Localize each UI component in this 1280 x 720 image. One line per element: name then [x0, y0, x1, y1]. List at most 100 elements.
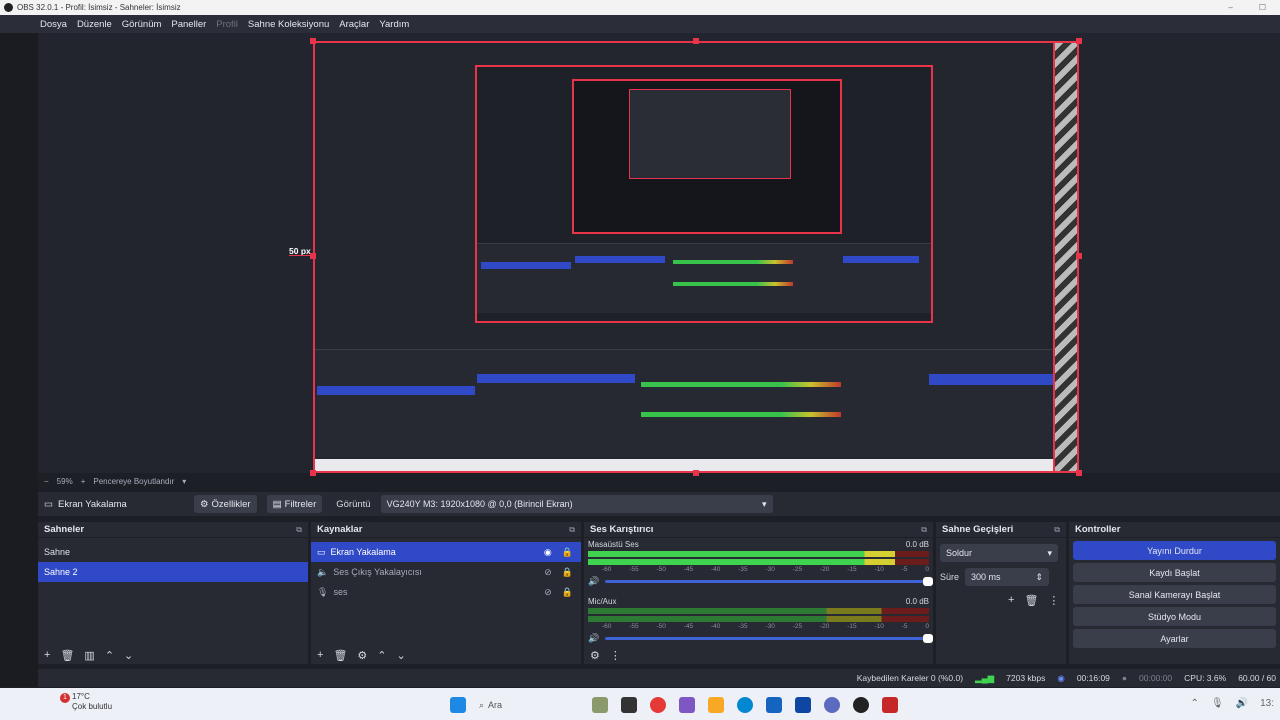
- stop-streaming-button[interactable]: Yayını Durdur: [1073, 541, 1276, 560]
- menu-scene-collection[interactable]: Sahne Koleksiyonu: [248, 19, 329, 30]
- trash-icon[interactable]: 🗑: [333, 649, 347, 662]
- zoom-in-icon[interactable]: +: [81, 477, 86, 486]
- volume-slider[interactable]: [605, 577, 933, 586]
- captured-meter: [641, 382, 841, 387]
- menu-docks[interactable]: Paneller: [171, 19, 206, 30]
- slider-knob[interactable]: [923, 577, 933, 586]
- resize-handle[interactable]: [1076, 253, 1082, 259]
- move-up-icon[interactable]: ⌃: [377, 649, 386, 662]
- slider-knob[interactable]: [923, 634, 933, 643]
- microphone-icon[interactable]: 🎙: [1211, 698, 1224, 709]
- transition-type-select[interactable]: Soldur ▾: [940, 544, 1058, 562]
- volume-slider[interactable]: [605, 634, 933, 643]
- copilot-icon[interactable]: [679, 697, 695, 713]
- trash-icon[interactable]: 🗑: [60, 649, 74, 662]
- mixer-settings-icon[interactable]: ⚙: [590, 649, 600, 662]
- lock-icon[interactable]: 🔒: [562, 547, 573, 558]
- source-item[interactable]: 🎙 ses ⊘ 🔒: [311, 582, 581, 602]
- menu-help[interactable]: Yardım: [379, 19, 409, 30]
- edge-icon[interactable]: [737, 697, 753, 713]
- widgets-icon[interactable]: [592, 697, 608, 713]
- undock-icon[interactable]: ⧉: [296, 525, 302, 535]
- file-explorer-icon[interactable]: [708, 697, 724, 713]
- add-icon[interactable]: +: [1008, 594, 1014, 607]
- hidden-eye-icon[interactable]: ⊘: [544, 567, 552, 578]
- meter-tick-label: -30: [765, 623, 775, 630]
- menu-profile[interactable]: Profil: [216, 19, 238, 30]
- meter-tick-label: 0: [925, 623, 929, 630]
- spin-arrows-icon: ⇕: [1035, 571, 1044, 582]
- more-options-icon[interactable]: ⋮: [610, 649, 621, 662]
- scene-item-selected[interactable]: Sahne 2: [38, 562, 308, 582]
- start-virtual-camera-button[interactable]: Sanal Kamerayı Başlat: [1073, 585, 1276, 604]
- meter-ticks: -60 -55 -50 -45 -40 -35 -30 -25 -20 -15 -10 -5 0: [588, 623, 929, 630]
- menu-file[interactable]: Dosya: [40, 19, 67, 30]
- chevron-down-icon: ▾: [1047, 547, 1052, 558]
- meter-tick-label: -60: [602, 623, 612, 630]
- task-view-icon[interactable]: [621, 697, 637, 713]
- outlook-icon[interactable]: [766, 697, 782, 713]
- screen-capture-source[interactable]: [313, 41, 1055, 473]
- resize-handle[interactable]: [310, 38, 316, 44]
- stream-icon: ◉: [1057, 672, 1065, 683]
- filters-button[interactable]: ▤ Filtreler: [266, 495, 323, 513]
- move-up-icon[interactable]: ⌃: [105, 649, 114, 662]
- weather-widget[interactable]: 1 17°C Çok bulutlu: [54, 692, 112, 712]
- meter-tick-label: -10: [874, 566, 884, 573]
- maximize-icon[interactable]: ☐: [1259, 3, 1266, 12]
- discord-icon[interactable]: [824, 697, 840, 713]
- sources-dock: Kaynaklar ⧉ ▭ Ekran Yakalama ◉ 🔒 🔈 Ses Ç…: [311, 522, 581, 664]
- source-toolbar: ▭ Ekran Yakalama ⚙ Özellikler ▤ Filtrele…: [38, 492, 1280, 516]
- settings-button[interactable]: Ayarlar: [1073, 629, 1276, 648]
- volume-icon[interactable]: 🔊: [1236, 698, 1248, 709]
- taskbar-search[interactable]: ⌕ Ara: [479, 696, 579, 714]
- move-down-icon[interactable]: ⌄: [397, 649, 406, 662]
- resize-handle[interactable]: [310, 253, 316, 259]
- mixer-title: Ses Karıştırıcı: [590, 524, 654, 535]
- visibility-eye-icon[interactable]: ◉: [544, 547, 552, 558]
- meter-tick-label: -55: [629, 623, 639, 630]
- undock-icon[interactable]: ⧉: [569, 525, 575, 535]
- undock-icon[interactable]: ⧉: [1054, 525, 1060, 535]
- clock[interactable]: 13:: [1260, 698, 1274, 709]
- start-recording-button[interactable]: Kaydı Başlat: [1073, 563, 1276, 582]
- windows-start-icon[interactable]: [450, 697, 466, 713]
- resize-handle[interactable]: [1076, 38, 1082, 44]
- obs-taskbar-icon[interactable]: [853, 697, 869, 713]
- zoom-out-icon[interactable]: −: [44, 477, 49, 486]
- app-icon[interactable]: [882, 697, 898, 713]
- source-item-selected[interactable]: ▭ Ekran Yakalama ◉ 🔒: [311, 542, 581, 562]
- resize-handle[interactable]: [693, 38, 699, 44]
- speaker-icon[interactable]: 🔊: [588, 576, 599, 587]
- add-icon[interactable]: +: [44, 649, 50, 662]
- properties-button[interactable]: ⚙ Özellikler: [194, 495, 257, 513]
- filters-label: Filtreler: [284, 498, 317, 510]
- move-down-icon[interactable]: ⌄: [124, 649, 133, 662]
- scene-filter-icon[interactable]: ▥: [84, 649, 94, 662]
- lock-icon[interactable]: 🔒: [562, 587, 573, 598]
- menu-tools[interactable]: Araçlar: [339, 19, 369, 30]
- chevron-down-icon[interactable]: ▾: [182, 477, 186, 486]
- minimize-icon[interactable]: –: [1228, 3, 1232, 12]
- zoom-mode-dropdown[interactable]: Pencereye Boyutlandır: [93, 477, 174, 486]
- chrome-icon[interactable]: [650, 697, 666, 713]
- trash-icon[interactable]: 🗑: [1024, 594, 1038, 607]
- speaker-icon[interactable]: 🔊: [588, 633, 599, 644]
- gear-icon[interactable]: ⚙: [357, 649, 367, 662]
- duration-spinbox[interactable]: 300 ms ⇕: [965, 568, 1050, 586]
- meter-tick-label: -45: [683, 623, 694, 630]
- scene-item[interactable]: Sahne: [38, 542, 308, 562]
- source-item[interactable]: 🔈 Ses Çıkış Yakalayıcısı ⊘ 🔒: [311, 562, 581, 582]
- menu-edit[interactable]: Düzenle: [77, 19, 112, 30]
- undock-icon[interactable]: ⧉: [921, 525, 927, 535]
- add-icon[interactable]: +: [317, 649, 323, 662]
- chevron-up-icon[interactable]: ⌃: [1191, 698, 1199, 709]
- lock-icon[interactable]: 🔒: [562, 567, 573, 578]
- hidden-eye-icon[interactable]: ⊘: [544, 587, 552, 598]
- program-preview[interactable]: 50 px: [289, 38, 1082, 476]
- studio-mode-button[interactable]: Stüdyo Modu: [1073, 607, 1276, 626]
- more-options-icon[interactable]: ⋮: [1048, 594, 1059, 607]
- menu-view[interactable]: Görünüm: [122, 19, 162, 30]
- display-select[interactable]: VG240Y M3: 1920x1080 @ 0,0 (Birincil Ekr…: [380, 495, 773, 513]
- store-icon[interactable]: [795, 697, 811, 713]
